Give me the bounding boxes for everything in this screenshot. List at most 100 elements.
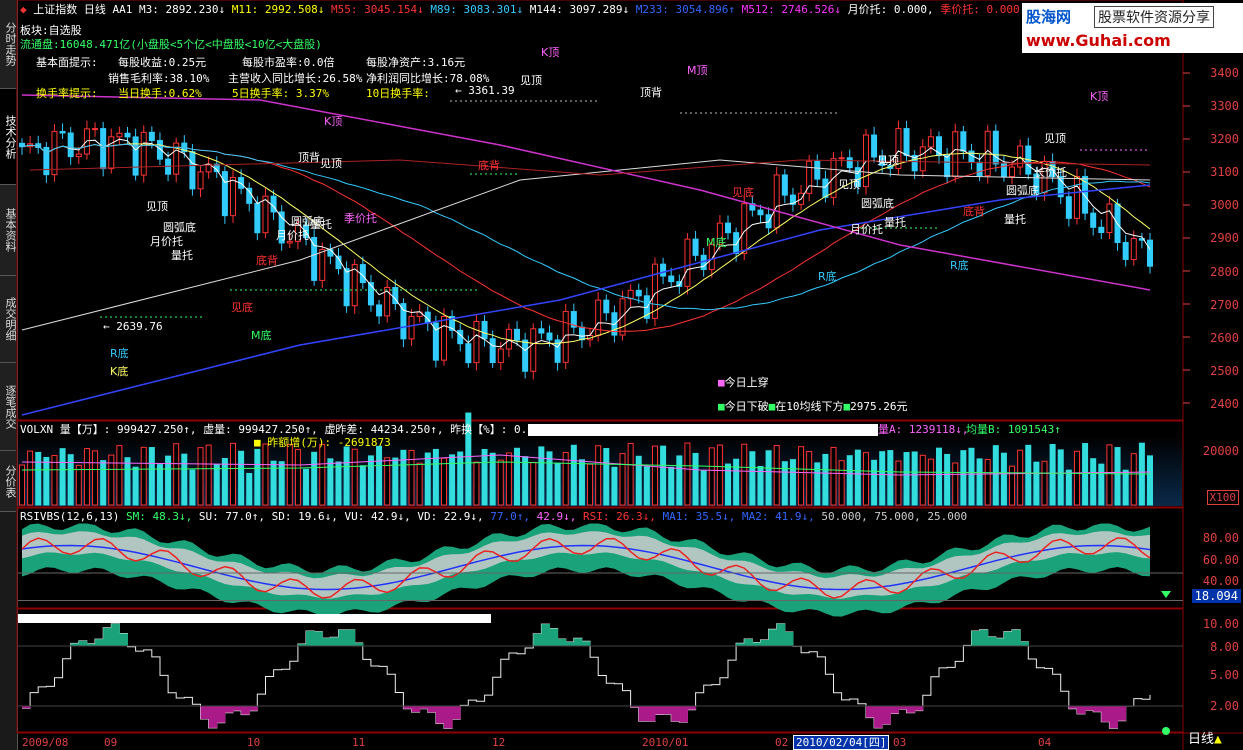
volume-bar: [936, 447, 943, 506]
volume-bar: [1122, 469, 1129, 506]
volume-bar: [587, 463, 594, 506]
rsi-tick-0: 80.00: [1202, 531, 1239, 545]
oscillator-low-fill: [411, 706, 421, 713]
volume-bar: [473, 461, 480, 506]
candle-body: [59, 131, 66, 134]
volume-bar: [968, 447, 975, 506]
guhai-logo: 股海网 股票软件资源分享 www.Guhai.com: [1022, 3, 1243, 53]
pattern-annotation-5: 顶背: [640, 86, 662, 99]
oscillator-low-fill: [914, 706, 924, 711]
oscillator-low-fill: [1101, 706, 1110, 722]
ma-value-4: M144: 3097.289↓: [523, 3, 630, 16]
oscillator-low-fill: [638, 706, 648, 722]
price-tick-9: 2500: [1210, 364, 1239, 378]
volume-bar: [416, 462, 423, 506]
volume-bar: [27, 450, 34, 506]
candle-body: [1122, 242, 1129, 260]
candle-body: [1130, 238, 1137, 260]
pattern-annotation-28: 圆弧底: [861, 197, 894, 210]
volume-bar: [635, 455, 642, 506]
price-tick-5: 2900: [1210, 231, 1239, 245]
oscillator-high-fill: [573, 638, 583, 646]
volume-bar: [1090, 458, 1097, 506]
price-tick-2: 3200: [1210, 132, 1239, 146]
volume-bar: [116, 445, 123, 506]
rsi-value-3: VU: 42.9↓,: [337, 510, 411, 523]
rsi-value-10: 50.000, 75.000, 25.000: [814, 510, 968, 523]
pattern-annotation-33: 圆弧底: [1006, 184, 1039, 197]
candle-body: [944, 155, 951, 178]
chart-canvas[interactable]: [0, 0, 1243, 750]
candle-body: [603, 299, 610, 314]
nav: 每股净资产:3.16元: [366, 56, 466, 69]
main-header: ◆ 上证指数 日线 AA1 M3: 2892.230↓ M11: 2992.50…: [20, 3, 1068, 16]
candle-body: [465, 343, 472, 364]
gross-margin: 销售毛利率:38.10%: [108, 72, 210, 85]
bottom-tick-3: 2.00: [1210, 699, 1239, 713]
volume-bar: [505, 452, 512, 506]
volume-bar: [286, 443, 293, 506]
rsi-down-arrow-icon: [1161, 591, 1171, 598]
oscillator-high-fill: [760, 639, 770, 646]
candle-body: [473, 321, 480, 364]
pattern-annotation-23: M底: [706, 236, 727, 249]
rsi-value-9: MA2: 41.9↓,: [735, 510, 815, 523]
volume-bar: [148, 447, 155, 506]
volume-bar: [1147, 455, 1153, 506]
rsi-value-0: SM: 48.3↓,: [125, 510, 193, 523]
period-switch[interactable]: 日线▲: [1188, 733, 1222, 746]
volume-bar: [522, 456, 529, 506]
volume-bar: [700, 470, 707, 506]
volume-header: VOLXN 量【万】: 999427.250↑, 虚量: 999427.250↑…: [20, 423, 547, 436]
candle-body: [668, 275, 675, 283]
pattern-annotation-16: 顶背: [298, 151, 320, 164]
volume-bar: [538, 446, 545, 506]
volume-bar: [546, 451, 553, 506]
volume-bar: [35, 451, 42, 506]
candle-body: [376, 304, 383, 317]
ma-value-2: M55: 3045.154↓: [324, 3, 424, 16]
candle-body: [1098, 226, 1105, 234]
rsi-value-6: 42.9↓,: [530, 510, 577, 523]
date-label-5: 2010/01: [642, 736, 689, 749]
candle-body: [530, 328, 537, 372]
oscillator-low-fill: [1117, 706, 1127, 721]
volume-bar: [927, 458, 934, 506]
candle-body: [1009, 166, 1016, 178]
volume-bar: [919, 454, 926, 506]
high-price-value: 3361.39: [468, 84, 515, 97]
volume-delta: ■ 昨额增(万): -2691873: [254, 436, 391, 449]
volume-bar: [806, 450, 813, 506]
oscillator-low-fill: [1085, 706, 1094, 711]
volume-bar: [846, 455, 853, 506]
pattern-annotation-19: 月价托: [276, 229, 309, 242]
volume-bar: [749, 451, 756, 506]
oscillator-high-fill: [338, 629, 348, 646]
candle-body: [725, 222, 732, 234]
candle-body: [1065, 196, 1072, 219]
rsi-value-1: SU: 77.0↑,: [192, 510, 266, 523]
volume-bar: [132, 466, 139, 506]
candle-body: [1090, 212, 1097, 228]
oscillator-low-fill: [1109, 706, 1119, 729]
oscillator-high-fill: [346, 629, 356, 646]
candle-body: [903, 128, 910, 156]
pattern-annotation-26: 见顶: [877, 154, 899, 167]
volume-bar: [43, 456, 50, 506]
oscillator-low-fill: [443, 706, 453, 729]
pattern-annotation-24: R底: [818, 270, 837, 283]
candle-body: [919, 146, 926, 172]
oscillator-high-fill: [581, 641, 591, 646]
oscillator-high-fill: [322, 638, 331, 646]
candle-body: [960, 131, 967, 152]
volume-bar: [741, 443, 748, 506]
oscillator-high-fill: [119, 633, 128, 646]
oscillator-low-fill: [687, 706, 697, 710]
volume-bar: [1098, 463, 1105, 506]
low-price-value: 2639.76: [116, 320, 163, 333]
pattern-annotation-29: 月价托: [850, 223, 883, 236]
candle-body: [132, 136, 139, 176]
volume-bar: [830, 446, 837, 506]
candle-body: [522, 339, 529, 372]
oscillator-high-fill: [549, 628, 559, 646]
